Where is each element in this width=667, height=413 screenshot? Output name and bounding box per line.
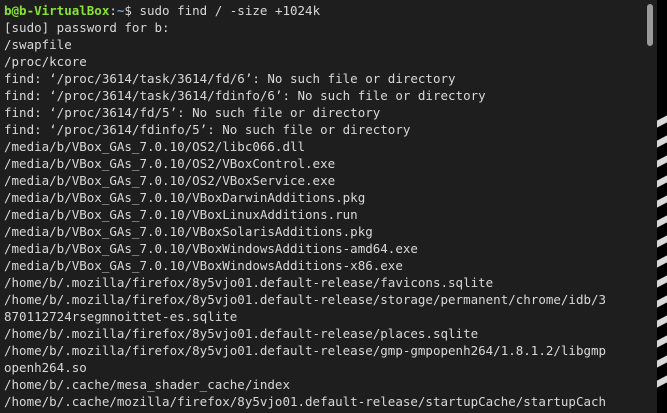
output-line: /media/b/VBox_GAs_7.0.10/VBoxSolarisAddi… — [4, 224, 373, 239]
wallpaper-stripe — [657, 172, 667, 191]
output-line: /home/b/.mozilla/firefox/8y5vjo01.defaul… — [4, 275, 494, 290]
output-line: /home/b/.mozilla/firefox/8y5vjo01.defaul… — [4, 292, 607, 307]
prompt-user-host: b@b-VirtualBox — [4, 3, 110, 18]
terminal-window: b@b-VirtualBox:~$ sudo find / -size +102… — [0, 0, 667, 413]
wallpaper-stripe — [657, 252, 667, 271]
prompt-command: sudo find / -size +1024k — [131, 3, 321, 18]
output-line: /home/b/.mozilla/firefox/8y5vjo01.defaul… — [4, 343, 607, 358]
output-line: /proc/kcore — [4, 54, 87, 69]
wallpaper-stripe — [657, 312, 667, 331]
wallpaper-stripe — [657, 292, 667, 311]
scrollbar-thumb[interactable] — [647, 4, 653, 46]
vertical-scrollbar[interactable] — [643, 0, 657, 413]
output-line: [sudo] password for b: — [4, 20, 170, 35]
output-line: 870112724rsegmnoittet-es.sqlite — [4, 309, 238, 324]
output-line: /home/b/.mozilla/firefox/8y5vjo01.defaul… — [4, 326, 479, 341]
terminal-output-area[interactable]: b@b-VirtualBox:~$ sudo find / -size +102… — [0, 0, 643, 413]
desktop-background — [657, 0, 667, 413]
output-line: /swapfile — [4, 37, 72, 52]
prompt-symbol: $ — [124, 3, 132, 18]
wallpaper-stripe — [657, 112, 667, 131]
output-line: find: ‘/proc/3614/task/3614/fdinfo/6’: N… — [4, 88, 486, 103]
output-line: /media/b/VBox_GAs_7.0.10/VBoxWindowsAddi… — [4, 241, 418, 256]
output-line: openh264.so — [4, 360, 87, 375]
wallpaper-stripe — [657, 232, 667, 251]
prompt-line: b@b-VirtualBox:~$ sudo find / -size +102… — [4, 2, 643, 19]
output-line: /media/b/VBox_GAs_7.0.10/OS2/libc066.dll — [4, 139, 306, 154]
wallpaper-stripe — [657, 152, 667, 171]
wallpaper-stripe — [657, 332, 667, 351]
output-line: /home/b/.cache/mozilla/firefox/8y5vjo01.… — [4, 394, 607, 409]
output-line: /media/b/VBox_GAs_7.0.10/VBoxWindowsAddi… — [4, 258, 403, 273]
wallpaper-stripe — [657, 272, 667, 291]
output-line: /media/b/VBox_GAs_7.0.10/VBoxDarwinAddit… — [4, 190, 366, 205]
wallpaper-stripe — [657, 352, 667, 371]
wallpaper-stripe — [657, 192, 667, 211]
output-line: /media/b/VBox_GAs_7.0.10/OS2/VBoxService… — [4, 173, 336, 188]
output-line: /home/b/.cache/mesa_shader_cache/index — [4, 377, 290, 392]
prompt-separator: : — [109, 3, 117, 18]
output-line: find: ‘/proc/3614/task/3614/fd/6’: No su… — [4, 71, 456, 86]
output-line: find: ‘/proc/3614/fdinfo/5’: No such fil… — [4, 122, 411, 137]
wallpaper-stripe — [657, 132, 667, 151]
output-line: find: ‘/proc/3614/fd/5’: No such file or… — [4, 105, 381, 120]
wallpaper-stripe — [657, 372, 667, 391]
wallpaper-stripe — [657, 212, 667, 231]
output-line: /media/b/VBox_GAs_7.0.10/OS2/VBoxControl… — [4, 156, 336, 171]
output-line: /media/b/VBox_GAs_7.0.10/VBoxLinuxAdditi… — [4, 207, 358, 222]
